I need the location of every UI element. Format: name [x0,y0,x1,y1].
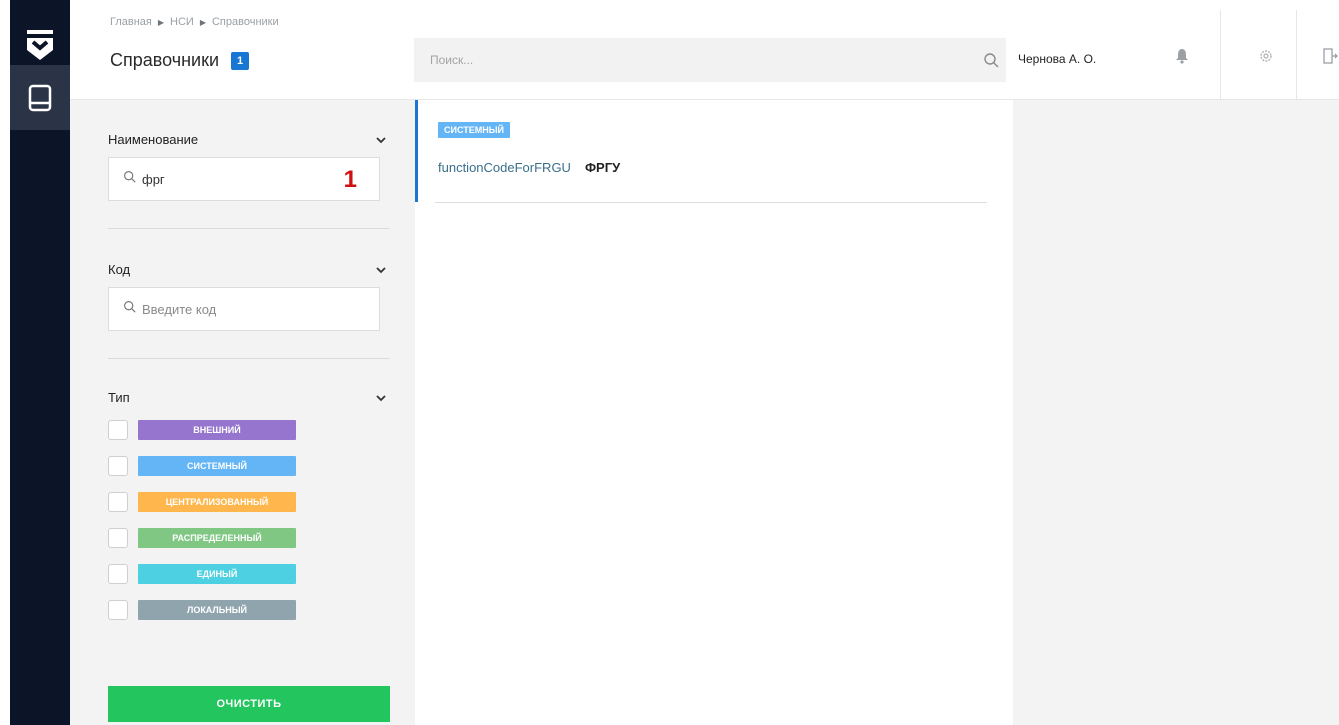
result-divider [435,202,987,203]
filter-code-field[interactable] [108,287,380,331]
left-rail [10,0,70,725]
global-search [414,38,1006,82]
filter-type-header[interactable]: Тип [108,390,388,405]
breadcrumb-item-nsi[interactable]: НСИ [170,16,194,28]
page-title: Справочники 1 [110,50,250,71]
user-name[interactable]: Чернова А. О. [1018,52,1096,66]
filter-name-input[interactable] [142,171,342,187]
result-type-badge: СИСТЕМНЫЙ [438,122,511,138]
book-icon[interactable] [10,65,70,130]
results-list: СИСТЕМНЫЙ functionCodeForFRGU ФРГУ [415,100,1013,725]
breadcrumb-separator-icon: ▶ [199,17,206,27]
type-checkbox[interactable] [108,420,128,440]
details-pane [1013,100,1339,725]
type-checkbox[interactable] [108,600,128,620]
type-option-row[interactable]: ЕДИНЫЙ [108,563,388,585]
type-option-row[interactable]: РАСПРЕДЕЛЕННЫЙ [108,527,388,549]
filter-code-section: Код [108,262,388,331]
section-divider [108,228,390,229]
filter-code-label: Код [108,262,131,277]
type-checkbox[interactable] [108,564,128,584]
chevron-down-icon[interactable] [374,263,388,277]
search-input[interactable] [430,53,976,67]
type-tag: СИСТЕМНЫЙ [138,456,296,476]
count-badge: 1 [231,51,250,70]
result-line: functionCodeForFRGU ФРГУ [438,160,620,175]
chevron-down-icon[interactable] [374,133,388,147]
filter-code-header[interactable]: Код [108,262,388,277]
type-checkbox[interactable] [108,456,128,476]
type-tag: РАСПРЕДЕЛЕННЫЙ [138,528,296,548]
type-checkbox[interactable] [108,492,128,512]
type-option-row[interactable]: СИСТЕМНЫЙ [108,455,388,477]
search-icon[interactable] [976,52,1006,68]
filter-name-header[interactable]: Наименование [108,132,388,147]
header-divider [1296,10,1297,100]
header-divider [1220,10,1221,100]
type-tag: ЕДИНЫЙ [138,564,296,584]
filter-type-label: Тип [108,390,130,405]
section-divider [108,358,390,359]
type-tag: ВНЕШНИЙ [138,420,296,440]
logout-icon[interactable] [1314,40,1339,72]
result-name: ФРГУ [584,160,621,175]
app-root: Главная ▶ НСИ ▶ Справочники Справочники … [0,0,1339,725]
type-checkbox[interactable] [108,528,128,548]
filter-type-section: Тип ВНЕШНИЙ СИСТЕМНЫЙ ЦЕНТРАЛИЗОВАННЫЙ РАСП… [108,390,388,621]
breadcrumb-item-directories: Справочники [211,16,279,28]
type-option-row[interactable]: ЛОКАЛЬНЫЙ [108,599,388,621]
gear-icon[interactable] [1250,40,1282,72]
breadcrumb-item-home[interactable]: Главная [110,16,152,28]
filter-name-label: Наименование [108,132,199,147]
list-item[interactable]: СИСТЕМНЫЙ functionCodeForFRGU ФРГУ [415,100,989,202]
clear-filters-button[interactable]: ОЧИСТИТЬ [108,686,390,722]
filters-panel: Наименование 1 Код [70,100,415,725]
breadcrumb: Главная ▶ НСИ ▶ Справочники [110,16,279,28]
type-options-list: ВНЕШНИЙ СИСТЕМНЫЙ ЦЕНТРАЛИЗОВАННЫЙ РАСПРЕДЕ… [108,419,388,621]
filter-code-input[interactable] [142,301,342,317]
search-icon [123,170,136,188]
page-title-text: Справочники [110,50,220,70]
chevron-down-icon[interactable] [374,391,388,405]
bell-icon[interactable] [1166,40,1198,72]
search-icon [123,300,136,318]
type-option-row[interactable]: ЦЕНТРАЛИЗОВАННЫЙ [108,491,388,513]
filter-name-section: Наименование 1 [108,132,388,201]
header: Главная ▶ НСИ ▶ Справочники Справочники … [70,0,1339,100]
annotation-marker: 1 [343,166,357,193]
filter-name-field[interactable]: 1 [108,157,380,201]
result-code-link[interactable]: functionCodeForFRGU [438,160,571,175]
type-tag: ЛОКАЛЬНЫЙ [138,600,296,620]
type-tag: ЦЕНТРАЛИЗОВАННЫЙ [138,492,296,512]
breadcrumb-separator-icon: ▶ [157,17,165,27]
type-option-row[interactable]: ВНЕШНИЙ [108,419,388,441]
